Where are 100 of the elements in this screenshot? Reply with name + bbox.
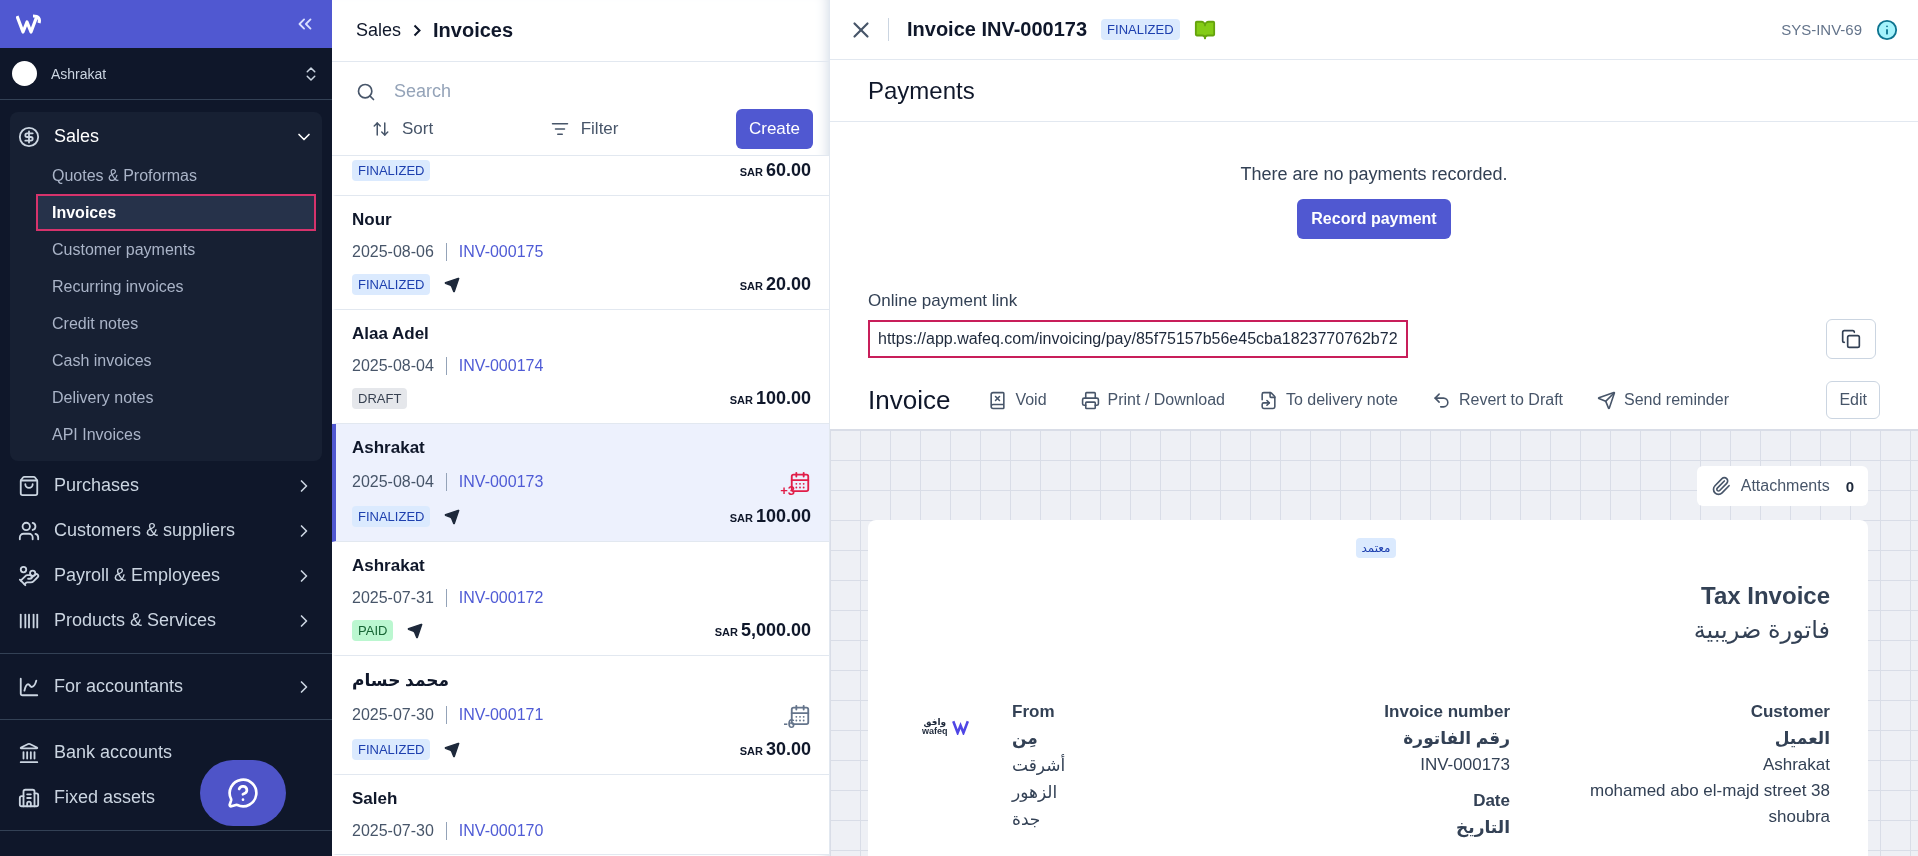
status-badge: PAID (352, 620, 394, 641)
nav-icon (18, 564, 40, 587)
info-icon[interactable] (1876, 18, 1898, 41)
attachments-count: 0 (1845, 477, 1854, 495)
nav-item[interactable]: Bank accounts (10, 732, 322, 773)
toolbar-action[interactable]: To delivery note (1258, 390, 1398, 410)
invoice-amount: SAR 100.00 (729, 506, 811, 527)
company-logo-icon (951, 719, 972, 735)
paper-plane-icon (1597, 390, 1616, 410)
invoice-amount: SAR 100.00 (729, 388, 811, 409)
column-heading: رقم الفاتورة (1403, 728, 1510, 749)
invoice-date: 2025-07-30 (352, 822, 447, 840)
empty-message: There are no payments recorded. (1240, 164, 1508, 185)
field-label: Online payment link (868, 291, 1019, 311)
nav-item[interactable]: Customers & suppliers (10, 510, 322, 551)
invoice-date: 2025-07-30 (352, 706, 447, 724)
invoice-date: 2025-08-04 (352, 473, 447, 491)
nav-icon (18, 125, 40, 148)
address-line: جدة (1012, 809, 1041, 830)
invoice-number[interactable]: INV-000171 (446, 706, 544, 724)
filter-button[interactable]: Filter (550, 119, 619, 139)
nav-subitem[interactable]: Cash invoices (36, 342, 316, 379)
invoice-row[interactable]: Alaa Adel 2025-08-04 INV-000174 DRAFT SAR 100.00 (332, 310, 829, 424)
org-avatar (12, 61, 37, 86)
breadcrumb-item[interactable]: Sales (356, 20, 402, 41)
document-title: فاتورة ضريبية (1693, 616, 1830, 644)
customer-name: Ashrakat (352, 438, 426, 458)
toolbar-action[interactable]: Send reminder (1597, 390, 1729, 410)
invoice-amount: SAR 30.00 (739, 739, 811, 760)
sort-icon (372, 120, 390, 138)
invoice-title: Invoice INV-000173 (888, 18, 1088, 41)
paperclip-icon (1710, 476, 1731, 496)
nav-icon (18, 741, 40, 764)
invoice-amount: SAR 60.00 (739, 160, 811, 181)
approval-stamp: معتمد (1356, 538, 1396, 558)
address-line: Ashrakat (1762, 755, 1830, 775)
section-heading: Invoice (868, 384, 951, 416)
column-heading: مِن (1012, 728, 1038, 749)
nav-subitem[interactable]: API Invoices (36, 416, 316, 453)
status-badge: FINALIZED (352, 274, 431, 295)
invoice-row[interactable]: Nour 2025-08-06 INV-000175 FINALIZED SAR 20.00 (332, 196, 829, 310)
nav-item[interactable]: For accountants (10, 666, 322, 707)
sort-button[interactable]: Sort (372, 119, 434, 139)
nav-item[interactable]: Products & Services (10, 600, 322, 641)
column-heading: Invoice number (1384, 702, 1510, 722)
toolbar-action[interactable]: Void (988, 390, 1047, 410)
breadcrumb-item: Invoices (433, 19, 514, 42)
document-icon (1258, 390, 1278, 410)
status-badge: FINALIZED (352, 160, 431, 181)
help-icon (227, 777, 259, 809)
invoice-number[interactable]: INV-000174 (446, 357, 544, 375)
invoice-date: 2025-07-31 (352, 589, 447, 607)
nav-icon (18, 675, 40, 698)
nav-subitem[interactable]: Invoices (36, 194, 316, 231)
address-line: الزهور (1012, 782, 1058, 803)
nav-item[interactable]: Payroll & Employees (10, 555, 322, 596)
record-payment-button[interactable]: Record payment (1297, 199, 1451, 239)
invoice-number[interactable]: INV-000175 (446, 243, 544, 261)
nav-item[interactable]: Purchases (10, 465, 322, 506)
invoice-row[interactable]: Ashrakat 2025-07-31 INV-000172 PAID SAR 5,000.00 (332, 542, 829, 656)
edit-button[interactable]: Edit (1826, 381, 1880, 419)
nav-subitem[interactable]: Quotes & Proformas (36, 157, 316, 194)
column-heading: Customer (1750, 702, 1830, 722)
column-heading: العميل (1774, 728, 1830, 749)
address-line: أشرقت (1012, 755, 1066, 776)
nav-subitem[interactable]: Customer payments (36, 231, 316, 268)
attachments-button[interactable]: Attachments 0 (1696, 466, 1868, 506)
customer-name: Alaa Adel (352, 324, 430, 344)
payment-link-field[interactable]: https://app.wafeq.com/invoicing/pay/85f75157b56e45cba1823770762b72 (868, 320, 1408, 358)
status-badge: FINALIZED (1101, 19, 1180, 40)
nav-icon (18, 786, 40, 809)
toolbar-action[interactable]: Print / Download (1080, 390, 1225, 410)
logo-icon (16, 13, 42, 35)
copy-button[interactable] (1826, 319, 1876, 359)
customer-name: Saleh (352, 789, 399, 809)
customer-name: Ashrakat (352, 556, 426, 576)
invoice-date: 2025-08-06 (352, 243, 447, 261)
invoice-number[interactable]: INV-000173 (446, 473, 544, 491)
toolbar-action[interactable]: Revert to Draft (1432, 390, 1563, 410)
book-icon (988, 390, 1008, 410)
attachments-label: Attachments (1740, 477, 1830, 495)
invoice-amount: SAR 5,000.00 (714, 620, 811, 641)
address-line: shoubra (1768, 807, 1830, 827)
filter-icon (550, 120, 569, 138)
invoice-row[interactable]: FINALIZED SAR 60.00 (332, 156, 829, 196)
invoice-number[interactable]: INV-000172 (446, 589, 544, 607)
create-button[interactable]: Create (735, 109, 813, 149)
search-icon (356, 81, 376, 102)
status-badge: FINALIZED (352, 506, 431, 527)
nav-subitem[interactable]: Delivery notes (36, 379, 316, 416)
nav-subitem[interactable]: Credit notes (36, 305, 316, 342)
system-reference: SYS-INV-69 (1781, 21, 1862, 38)
invoice-number[interactable]: INV-000170 (446, 822, 544, 840)
nav-item[interactable]: Sales (10, 116, 322, 157)
nav-item[interactable]: Fixed assets (10, 777, 322, 818)
nav-subitem[interactable]: Recurring invoices (36, 268, 316, 305)
invoice-row[interactable]: Saleh 2025-07-30 INV-000170 (332, 775, 829, 855)
breadcrumb-separator-icon (413, 24, 422, 37)
nav-icon (18, 474, 40, 497)
invoice-number: INV-000173 (1420, 755, 1510, 775)
